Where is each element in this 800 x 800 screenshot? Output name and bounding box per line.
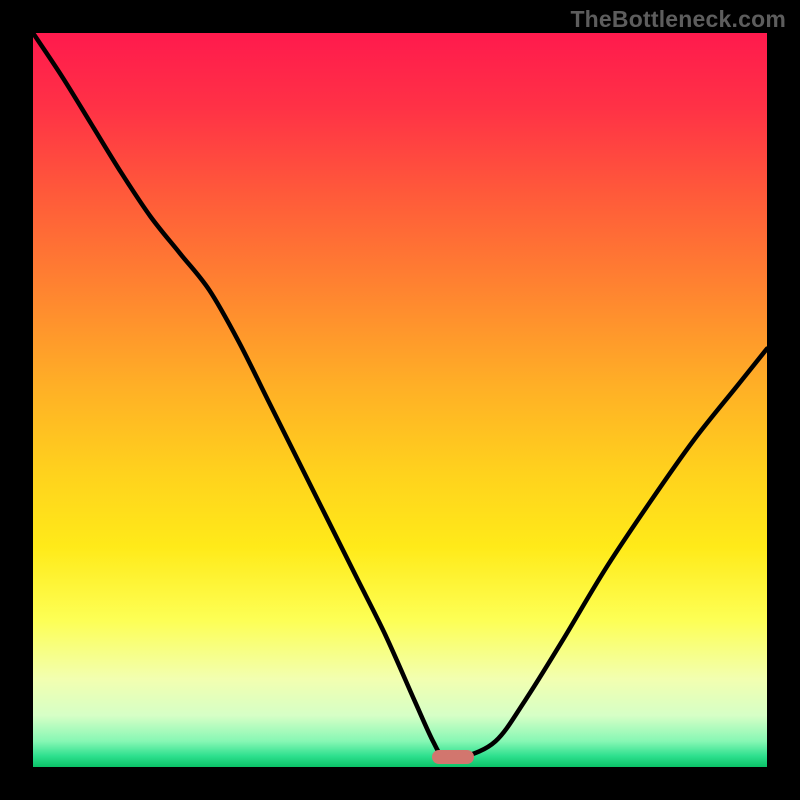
bottleneck-curve: [33, 33, 767, 767]
chart-frame: TheBottleneck.com: [0, 0, 800, 800]
optimum-marker: [432, 750, 475, 764]
watermark-text: TheBottleneck.com: [570, 6, 786, 33]
plot-area: [33, 33, 767, 767]
